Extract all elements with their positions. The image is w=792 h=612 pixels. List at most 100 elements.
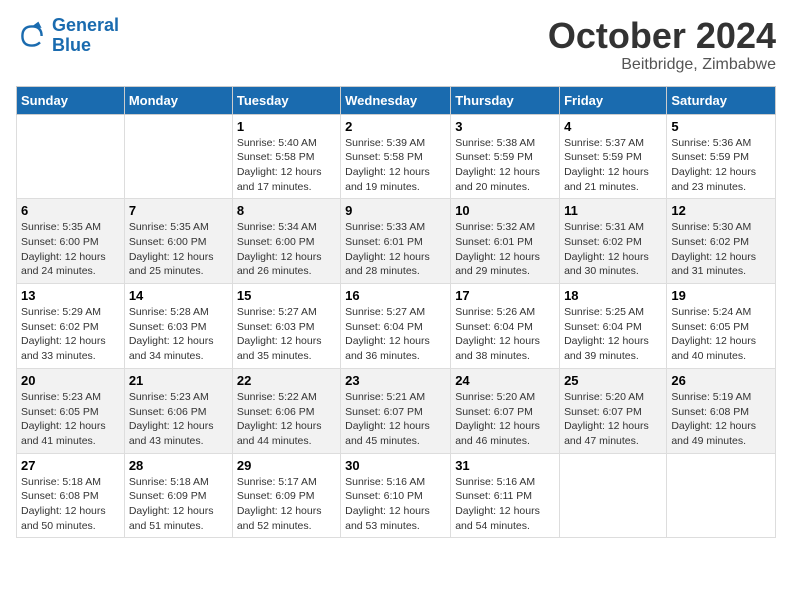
col-saturday: Saturday — [667, 86, 776, 114]
day-info: Sunrise: 5:16 AMSunset: 6:11 PMDaylight:… — [455, 475, 555, 534]
day-info: Sunrise: 5:19 AMSunset: 6:08 PMDaylight:… — [671, 390, 771, 449]
table-row: 19Sunrise: 5:24 AMSunset: 6:05 PMDayligh… — [667, 284, 776, 369]
day-number: 16 — [345, 288, 446, 303]
month-title: October 2024 — [548, 16, 776, 56]
table-row: 31 Sunrise: 5:16 AMSunset: 6:11 PMDayligh… — [451, 453, 560, 538]
table-row: 2 Sunrise: 5:39 AMSunset: 5:58 PMDaylight… — [341, 114, 451, 199]
day-number: 30 — [345, 458, 446, 473]
table-row: 17 Sunrise: 5:26 AMSunset: 6:04 PMDayligh… — [451, 284, 560, 369]
logo: General Blue — [16, 16, 119, 56]
table-row: 13Sunrise: 5:29 AMSunset: 6:02 PMDayligh… — [17, 284, 125, 369]
day-number: 29 — [237, 458, 336, 473]
day-number: 13 — [21, 288, 120, 303]
table-row: 11Sunrise: 5:31 AMSunset: 6:02 PMDayligh… — [560, 199, 667, 284]
table-row: 5 Sunrise: 5:36 AMSunset: 5:59 PMDaylight… — [667, 114, 776, 199]
table-row: 7 Sunrise: 5:35 AMSunset: 6:00 PMDaylight… — [124, 199, 232, 284]
day-number: 17 — [455, 288, 555, 303]
day-info: Sunrise: 5:28 AMSunset: 6:03 PMDaylight:… — [129, 305, 228, 364]
day-number: 9 — [345, 203, 446, 218]
calendar-week-row: 20 Sunrise: 5:23 AMSunset: 6:05 PMDayligh… — [17, 368, 776, 453]
col-wednesday: Wednesday — [341, 86, 451, 114]
day-info: Sunrise: 5:20 AMSunset: 6:07 PMDaylight:… — [455, 390, 555, 449]
day-number: 27 — [21, 458, 120, 473]
day-info: Sunrise: 5:39 AMSunset: 5:58 PMDaylight:… — [345, 136, 446, 195]
table-row: 28 Sunrise: 5:18 AMSunset: 6:09 PMDayligh… — [124, 453, 232, 538]
col-monday: Monday — [124, 86, 232, 114]
title-block: October 2024 Beitbridge, Zimbabwe — [548, 16, 776, 74]
day-number: 12 — [671, 203, 771, 218]
day-info: Sunrise: 5:25 AMSunset: 6:04 PMDaylight:… — [564, 305, 662, 364]
day-number: 3 — [455, 119, 555, 134]
table-row: 9Sunrise: 5:33 AMSunset: 6:01 PMDaylight… — [341, 199, 451, 284]
day-number: 22 — [237, 373, 336, 388]
table-row: 18 Sunrise: 5:25 AMSunset: 6:04 PMDayligh… — [560, 284, 667, 369]
table-row: 25 Sunrise: 5:20 AMSunset: 6:07 PMDayligh… — [560, 368, 667, 453]
table-row — [667, 453, 776, 538]
table-row: 4Sunrise: 5:37 AMSunset: 5:59 PMDaylight… — [560, 114, 667, 199]
table-row: 16 Sunrise: 5:27 AMSunset: 6:04 PMDayligh… — [341, 284, 451, 369]
day-number: 26 — [671, 373, 771, 388]
day-info: Sunrise: 5:22 AMSunset: 6:06 PMDaylight:… — [237, 390, 336, 449]
day-info: Sunrise: 5:30 AMSunset: 6:02 PMDaylight:… — [671, 220, 771, 279]
day-number: 10 — [455, 203, 555, 218]
day-info: Sunrise: 5:36 AMSunset: 5:59 PMDaylight:… — [671, 136, 771, 195]
location: Beitbridge, Zimbabwe — [548, 56, 776, 74]
day-info: Sunrise: 5:26 AMSunset: 6:04 PMDaylight:… — [455, 305, 555, 364]
calendar-week-row: 13Sunrise: 5:29 AMSunset: 6:02 PMDayligh… — [17, 284, 776, 369]
day-info: Sunrise: 5:18 AMSunset: 6:08 PMDaylight:… — [21, 475, 120, 534]
day-info: Sunrise: 5:16 AMSunset: 6:10 PMDaylight:… — [345, 475, 446, 534]
day-info: Sunrise: 5:35 AMSunset: 6:00 PMDaylight:… — [21, 220, 120, 279]
table-row: 3 Sunrise: 5:38 AMSunset: 5:59 PMDaylight… — [451, 114, 560, 199]
day-info: Sunrise: 5:34 AMSunset: 6:00 PMDaylight:… — [237, 220, 336, 279]
table-row — [560, 453, 667, 538]
day-info: Sunrise: 5:21 AMSunset: 6:07 PMDaylight:… — [345, 390, 446, 449]
day-info: Sunrise: 5:31 AMSunset: 6:02 PMDaylight:… — [564, 220, 662, 279]
col-sunday: Sunday — [17, 86, 125, 114]
day-number: 20 — [21, 373, 120, 388]
col-tuesday: Tuesday — [232, 86, 340, 114]
day-info: Sunrise: 5:35 AMSunset: 6:00 PMDaylight:… — [129, 220, 228, 279]
logo-text: General Blue — [52, 16, 119, 56]
table-row: 8 Sunrise: 5:34 AMSunset: 6:00 PMDaylight… — [232, 199, 340, 284]
day-number: 18 — [564, 288, 662, 303]
day-info: Sunrise: 5:27 AMSunset: 6:04 PMDaylight:… — [345, 305, 446, 364]
page-header: General Blue October 2024 Beitbridge, Zi… — [16, 16, 776, 74]
day-number: 5 — [671, 119, 771, 134]
day-number: 15 — [237, 288, 336, 303]
logo-icon — [16, 20, 48, 52]
calendar-week-row: 6Sunrise: 5:35 AMSunset: 6:00 PMDaylight… — [17, 199, 776, 284]
day-info: Sunrise: 5:23 AMSunset: 6:05 PMDaylight:… — [21, 390, 120, 449]
table-row: 30 Sunrise: 5:16 AMSunset: 6:10 PMDayligh… — [341, 453, 451, 538]
day-info: Sunrise: 5:20 AMSunset: 6:07 PMDaylight:… — [564, 390, 662, 449]
table-row: 20 Sunrise: 5:23 AMSunset: 6:05 PMDayligh… — [17, 368, 125, 453]
day-info: Sunrise: 5:18 AMSunset: 6:09 PMDaylight:… — [129, 475, 228, 534]
day-info: Sunrise: 5:23 AMSunset: 6:06 PMDaylight:… — [129, 390, 228, 449]
table-row: 21 Sunrise: 5:23 AMSunset: 6:06 PMDayligh… — [124, 368, 232, 453]
day-number: 24 — [455, 373, 555, 388]
day-info: Sunrise: 5:27 AMSunset: 6:03 PMDaylight:… — [237, 305, 336, 364]
col-friday: Friday — [560, 86, 667, 114]
table-row: 10Sunrise: 5:32 AMSunset: 6:01 PMDayligh… — [451, 199, 560, 284]
day-number: 25 — [564, 373, 662, 388]
day-number: 2 — [345, 119, 446, 134]
day-info: Sunrise: 5:38 AMSunset: 5:59 PMDaylight:… — [455, 136, 555, 195]
day-number: 23 — [345, 373, 446, 388]
day-number: 21 — [129, 373, 228, 388]
calendar-week-row: 1 Sunrise: 5:40 AMSunset: 5:58 PMDaylight… — [17, 114, 776, 199]
day-number: 7 — [129, 203, 228, 218]
table-row: 23 Sunrise: 5:21 AMSunset: 6:07 PMDayligh… — [341, 368, 451, 453]
table-row: 14 Sunrise: 5:28 AMSunset: 6:03 PMDayligh… — [124, 284, 232, 369]
calendar-table: Sunday Monday Tuesday Wednesday Thursday… — [16, 86, 776, 539]
day-number: 1 — [237, 119, 336, 134]
day-info: Sunrise: 5:24 AMSunset: 6:05 PMDaylight:… — [671, 305, 771, 364]
table-row: 26 Sunrise: 5:19 AMSunset: 6:08 PMDayligh… — [667, 368, 776, 453]
day-number: 14 — [129, 288, 228, 303]
day-number: 8 — [237, 203, 336, 218]
day-info: Sunrise: 5:40 AMSunset: 5:58 PMDaylight:… — [237, 136, 336, 195]
col-thursday: Thursday — [451, 86, 560, 114]
table-row — [17, 114, 125, 199]
day-number: 31 — [455, 458, 555, 473]
day-info: Sunrise: 5:37 AMSunset: 5:59 PMDaylight:… — [564, 136, 662, 195]
table-row: 27 Sunrise: 5:18 AMSunset: 6:08 PMDayligh… — [17, 453, 125, 538]
day-number: 28 — [129, 458, 228, 473]
